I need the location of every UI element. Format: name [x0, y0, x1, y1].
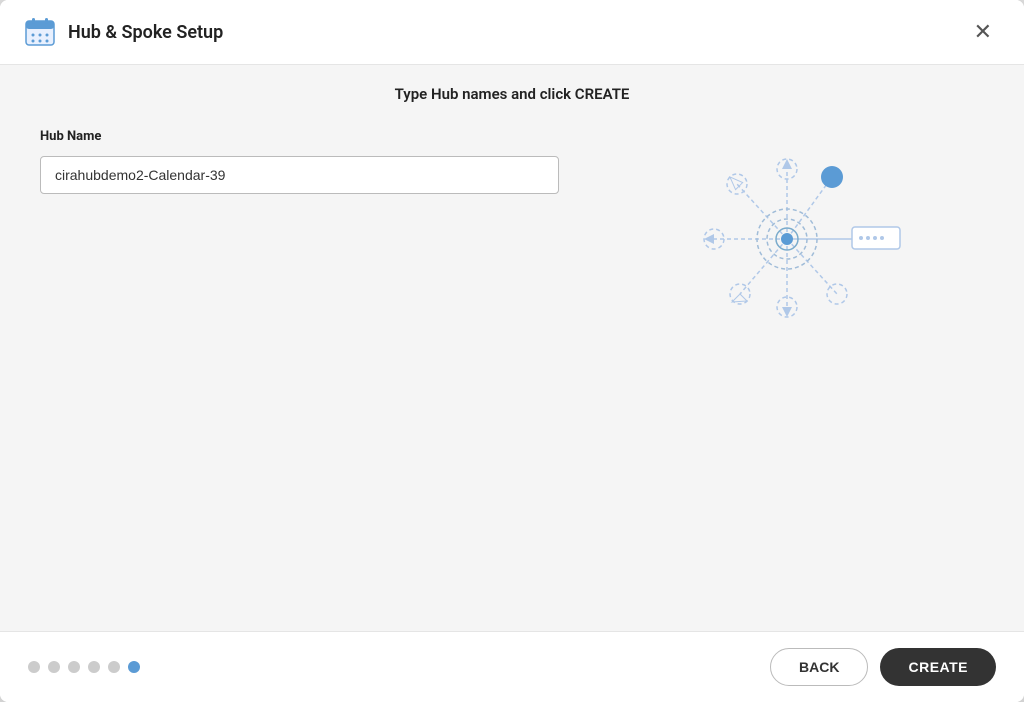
hub-name-label: Hub Name [40, 129, 559, 144]
footer-buttons: BACK CREATE [770, 648, 996, 686]
close-button[interactable]: ✕ [966, 17, 1000, 47]
calendar-icon [24, 16, 56, 48]
dot-1 [28, 661, 40, 673]
header-left: Hub & Spoke Setup [24, 16, 223, 48]
create-button[interactable]: CREATE [880, 648, 996, 686]
back-button[interactable]: BACK [770, 648, 868, 686]
instruction-text: Type Hub names and click CREATE [0, 65, 1024, 119]
dialog-header: Hub & Spoke Setup ✕ [0, 0, 1024, 65]
dialog-footer: BACK CREATE [0, 631, 1024, 702]
content-area: Hub Name [0, 119, 1024, 631]
pagination-dots [28, 661, 140, 673]
left-panel: Hub Name [40, 129, 559, 611]
hub-spoke-dialog: Hub & Spoke Setup ✕ Type Hub names and c… [0, 0, 1024, 702]
dot-5 [108, 661, 120, 673]
dot-4 [88, 661, 100, 673]
hub-name-input[interactable] [40, 156, 559, 194]
dialog-title: Hub & Spoke Setup [68, 22, 223, 43]
dot-6-active [128, 661, 140, 673]
right-panel [579, 129, 1004, 611]
dialog-body: Type Hub names and click CREATE Hub Name [0, 65, 1024, 631]
dot-3 [68, 661, 80, 673]
hub-spoke-diagram [682, 139, 902, 339]
dot-2 [48, 661, 60, 673]
